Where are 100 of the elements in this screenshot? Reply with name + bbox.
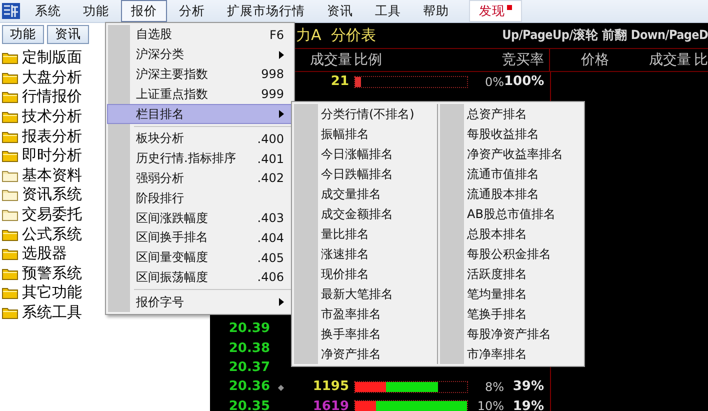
price-cell: 20.38 bbox=[228, 340, 270, 356]
menu-item[interactable]: 分类行情(不排名) bbox=[321, 104, 414, 124]
menu-item[interactable]: 现价排名 bbox=[321, 264, 414, 284]
tree-item[interactable]: 即时分析 bbox=[22, 146, 82, 166]
share-cell-text: 8% bbox=[484, 380, 504, 394]
tree-item[interactable]: 系统工具 bbox=[22, 303, 82, 322]
tree-item[interactable]: 选股器 bbox=[22, 244, 67, 264]
marker-text: ◆ bbox=[278, 383, 284, 392]
panel-tab[interactable]: 功能 bbox=[2, 25, 44, 44]
menu-item[interactable]: 最新大笔排名 bbox=[321, 284, 414, 304]
folder-icon bbox=[2, 266, 18, 280]
menu-item[interactable]: 流通市值排名 bbox=[467, 164, 563, 184]
column-header: 比 bbox=[694, 51, 708, 69]
column-header: 成交量 bbox=[309, 51, 352, 69]
menu-item[interactable]: 笔均量排名 bbox=[467, 284, 563, 304]
logo-icon bbox=[1, 1, 21, 21]
menu-item[interactable]: 今日涨幅排名 bbox=[321, 144, 414, 164]
folder-icon bbox=[2, 110, 18, 124]
tree-item[interactable]: 定制版面 bbox=[22, 48, 82, 68]
tree-item[interactable]: 其它功能 bbox=[22, 283, 82, 302]
menu-item[interactable]: 资讯 bbox=[317, 0, 363, 22]
price-cell: 20.37 bbox=[228, 360, 270, 376]
folder-icon bbox=[2, 51, 18, 64]
menu-item[interactable]: 分析 bbox=[169, 0, 215, 22]
menu-item[interactable]: 历史行情.指标排序 .401 bbox=[107, 148, 293, 169]
menu-item[interactable]: 今日跌幅排名 bbox=[321, 164, 414, 184]
ratio-cell-text: 19% bbox=[512, 398, 545, 411]
column-header: 比例 bbox=[353, 51, 383, 69]
menu-item[interactable]: 报价字号 bbox=[107, 292, 293, 312]
ratio-cell-text: 39% bbox=[512, 379, 545, 394]
menu-item[interactable]: 报价 bbox=[121, 0, 167, 22]
menu-item[interactable]: 板块分析 .400 bbox=[107, 128, 293, 149]
menu-item[interactable]: 发现 bbox=[469, 0, 522, 22]
tree-item[interactable]: 资讯系统 bbox=[22, 185, 82, 204]
key-hint: Up/PageUp/滚轮 前翻 Down/PageD bbox=[502, 27, 708, 44]
share-cell-text: 10% bbox=[476, 399, 504, 411]
menu-item[interactable]: 每股收益排名 bbox=[467, 124, 563, 144]
menu-item[interactable]: 换手率排名 bbox=[321, 324, 414, 344]
tree-item[interactable]: 公式系统 bbox=[22, 224, 82, 244]
menu-item[interactable]: 成交量排名 bbox=[321, 184, 414, 204]
volume-cell-text: 1619 bbox=[312, 398, 350, 411]
price-cell: 20.35 bbox=[228, 398, 270, 411]
menu-item[interactable]: 量比排名 bbox=[321, 224, 414, 244]
menu-item[interactable]: 总资产排名 bbox=[467, 104, 563, 124]
tree-item[interactable]: 报表分析 bbox=[22, 126, 82, 146]
menu-item[interactable]: 沪深主要指数 998 bbox=[107, 64, 293, 84]
menu-item[interactable]: 净资产收益率排名 bbox=[467, 144, 563, 164]
volume-cell-text: 1195 bbox=[312, 379, 350, 394]
price-cell: 20.39 bbox=[228, 321, 270, 336]
menu-item[interactable]: 市净率排名 bbox=[467, 344, 563, 364]
menu-item[interactable]: 成交金额排名 bbox=[321, 204, 414, 224]
menu-item[interactable]: 自选股 F6 bbox=[107, 25, 293, 45]
panel-title: 力A 分价表 bbox=[296, 26, 376, 45]
folder-icon bbox=[2, 306, 18, 320]
menu-item[interactable]: 每股净资产排名 bbox=[467, 324, 563, 344]
tree-item[interactable]: 基本资料 bbox=[22, 166, 82, 185]
menu-item[interactable]: 系统 bbox=[25, 0, 71, 22]
menu-item[interactable]: 扩展市场行情 bbox=[217, 0, 315, 22]
menu-item[interactable]: 沪深分类 bbox=[107, 44, 293, 65]
tree-item[interactable]: 交易委托 bbox=[22, 205, 82, 224]
menu-item[interactable]: 笔换手排名 bbox=[467, 304, 563, 324]
tree-item[interactable]: 行情报价 bbox=[22, 87, 82, 106]
menu-item[interactable]: 区间换手排名 .404 bbox=[107, 228, 293, 248]
folder-icon bbox=[2, 247, 18, 260]
menu-item[interactable]: AB股总市值排名 bbox=[467, 204, 563, 224]
submenu-arrow-icon bbox=[279, 110, 284, 118]
menu-item[interactable]: 上证重点指数 999 bbox=[107, 84, 293, 104]
folder-icon bbox=[2, 208, 18, 222]
menu-item[interactable]: 区间振荡幅度 .406 bbox=[107, 268, 293, 288]
folder-icon bbox=[2, 188, 18, 202]
share-cell-text: 0% bbox=[484, 74, 504, 89]
menu-item[interactable]: 市盈率排名 bbox=[321, 304, 414, 324]
menu-item[interactable]: 流通股本排名 bbox=[467, 184, 563, 204]
folder-icon bbox=[2, 286, 18, 300]
folder-icon bbox=[2, 168, 18, 182]
price-cell: 20.36 bbox=[228, 379, 270, 394]
folder-icon bbox=[2, 130, 18, 143]
column-header: 成交量 bbox=[649, 51, 691, 69]
menu-item[interactable]: 工具 bbox=[365, 0, 411, 22]
panel-tab[interactable]: 资讯 bbox=[47, 25, 89, 44]
column-header: 价格 bbox=[581, 51, 609, 69]
menu-item[interactable]: 涨速排名 bbox=[321, 244, 414, 264]
menu-item[interactable]: 帮助 bbox=[413, 0, 459, 22]
menu-item[interactable]: 强弱分析 .402 bbox=[107, 168, 293, 188]
menu-item[interactable]: 活跃度排名 bbox=[467, 264, 563, 284]
tree-item[interactable]: 预警系统 bbox=[22, 264, 82, 283]
menu-item[interactable]: 每股公积金排名 bbox=[467, 244, 563, 264]
menu-item[interactable]: 阶段排行 bbox=[107, 188, 293, 208]
menu-item[interactable]: 区间涨跌幅度 .403 bbox=[107, 208, 293, 228]
menu-item[interactable]: 栏目排名 bbox=[107, 104, 293, 124]
folder-icon bbox=[2, 70, 18, 84]
tree-item[interactable]: 大盘分析 bbox=[22, 68, 82, 87]
menu-item[interactable]: 区间量变幅度 .405 bbox=[107, 248, 293, 268]
tree-item[interactable]: 技术分析 bbox=[22, 107, 82, 126]
menu-item[interactable]: 振幅排名 bbox=[321, 124, 414, 144]
folder-icon bbox=[2, 228, 18, 241]
menu-item[interactable]: 功能 bbox=[73, 0, 119, 22]
menu-item[interactable]: 总股本排名 bbox=[467, 224, 563, 244]
menu-item[interactable]: 净资产排名 bbox=[321, 344, 414, 364]
folder-icon bbox=[2, 90, 18, 104]
